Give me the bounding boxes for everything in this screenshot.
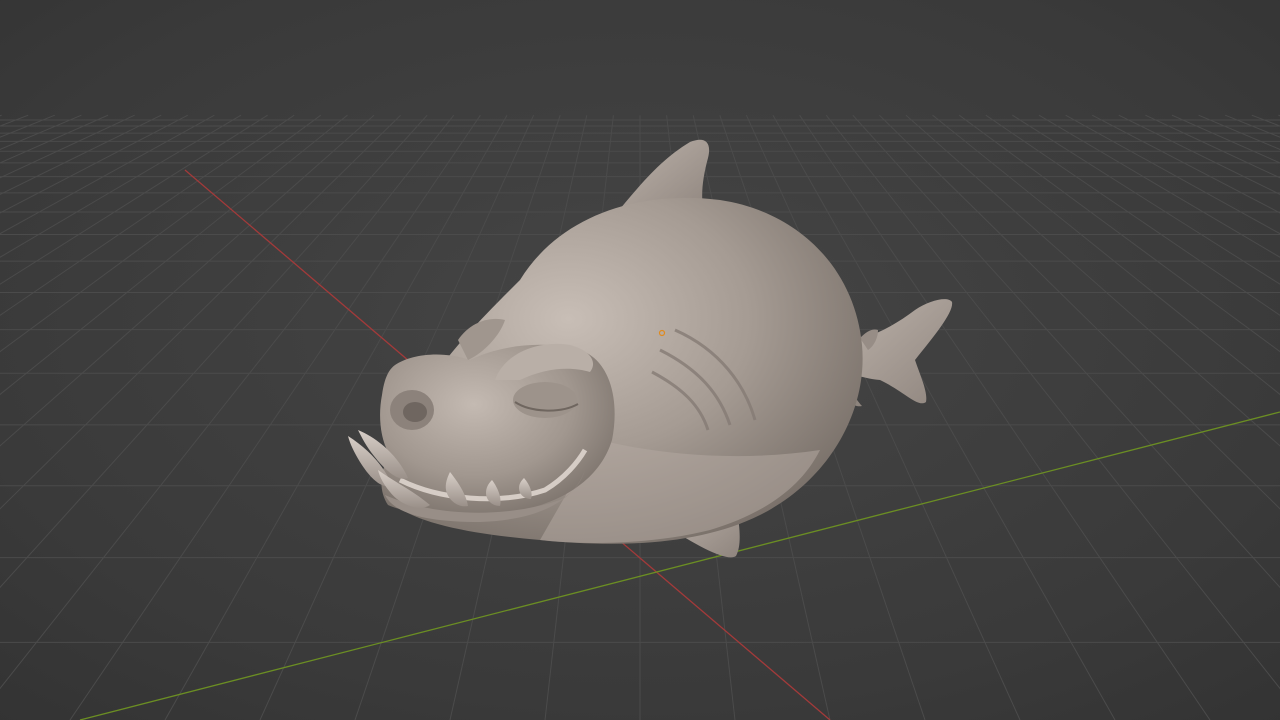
eye: [513, 382, 577, 418]
nostril-inner: [403, 402, 427, 422]
3d-viewport[interactable]: [0, 0, 1280, 720]
viewport-canvas[interactable]: [0, 0, 1280, 720]
